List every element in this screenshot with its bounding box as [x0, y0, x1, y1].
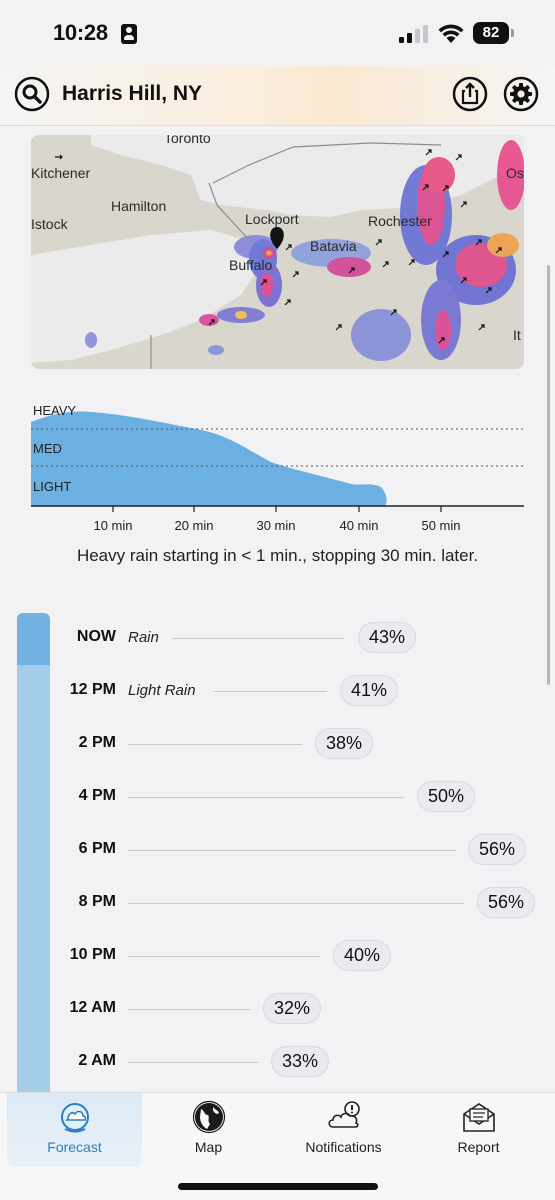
hourly-row[interactable]: 10 PM 40%: [0, 930, 555, 983]
contact-card-icon: [121, 24, 137, 44]
level-label-light: LIGHT: [33, 479, 72, 494]
tab-map[interactable]: Map: [141, 1093, 276, 1167]
hourly-row[interactable]: 2 AM 33%: [0, 1036, 555, 1089]
tab-label: Map: [194, 1139, 223, 1155]
hour-line: [128, 1062, 258, 1063]
x-tick-label: 40 min: [339, 518, 379, 533]
tab-label: Report: [457, 1139, 500, 1155]
hour-condition: Light Rain: [128, 682, 196, 699]
level-label-med: MED: [33, 441, 62, 456]
gear-icon[interactable]: [503, 76, 539, 112]
scroll-indicator: [547, 265, 550, 685]
forecast-icon: [60, 1103, 89, 1133]
precip-area: [31, 411, 387, 506]
search-icon[interactable]: [14, 76, 50, 112]
precip-chance-badge: 38%: [315, 728, 374, 759]
hour-line: [128, 744, 302, 745]
hour-time: 4 PM: [78, 787, 116, 804]
cellular-signal-icon: [399, 25, 429, 43]
hour-line: [128, 903, 464, 904]
hourly-row[interactable]: 8 PM 56%: [0, 877, 555, 930]
envelope-icon: [462, 1103, 495, 1132]
tab-notifications[interactable]: Notifications: [276, 1093, 411, 1167]
hourly-row[interactable]: 6 PM 56%: [0, 824, 555, 877]
precip-chance-badge: 43%: [358, 622, 417, 653]
x-tick-label: 50 min: [421, 518, 461, 533]
precip-chance-badge: 56%: [477, 887, 536, 918]
precip-chance-badge: 32%: [263, 993, 322, 1024]
x-tick-label: 10 min: [93, 518, 133, 533]
status-bar: 10:28 82: [0, 0, 555, 66]
cloud-alert-icon: [327, 1101, 360, 1128]
precip-summary: Heavy rain starting in < 1 min., stoppin…: [76, 546, 479, 565]
hour-time: 12 AM: [69, 999, 116, 1016]
radar-map[interactable]: Toronto Kitchener Hamilton Lockport Roch…: [31, 135, 524, 369]
map-label: It: [513, 327, 521, 343]
map-label: Hamilton: [111, 198, 166, 214]
map-label: Lockport: [245, 211, 299, 227]
hour-line: [128, 1009, 250, 1010]
hour-time: 12 PM: [69, 681, 116, 698]
hour-time: 10 PM: [69, 946, 116, 963]
hour-time: NOW: [76, 628, 116, 645]
share-icon[interactable]: [452, 76, 488, 112]
wifi-icon: [438, 24, 464, 43]
tab-forecast[interactable]: Forecast: [7, 1093, 142, 1167]
globe-icon: [192, 1100, 225, 1134]
hour-time: 8 PM: [78, 893, 116, 910]
tab-label: Forecast: [47, 1139, 102, 1155]
status-time: 10:28: [53, 20, 108, 45]
hour-condition: Rain: [128, 629, 159, 646]
map-label: Batavia: [310, 238, 357, 254]
hourly-row[interactable]: 4 PM 50%: [0, 771, 555, 824]
app-header: Harris Hill, NY: [0, 66, 555, 126]
map-label: Os: [506, 165, 524, 181]
x-tick-label: 30 min: [256, 518, 296, 533]
home-indicator: [178, 1183, 378, 1190]
hour-time: 6 PM: [78, 840, 116, 857]
hourly-row[interactable]: NOW Rain 43%: [0, 612, 555, 665]
hourly-row[interactable]: 12 AM 32%: [0, 983, 555, 1036]
precip-chance-badge: 33%: [271, 1046, 330, 1077]
map-label: Buffalo: [229, 257, 273, 273]
hour-line: [128, 850, 456, 851]
map-label: Kitchener: [31, 165, 90, 181]
map-label: Rochester: [368, 213, 432, 229]
tab-report[interactable]: Report: [411, 1093, 546, 1167]
hour-line: [128, 956, 320, 957]
precipitation-chart: HEAVY MED LIGHT 10 min 20 min 30 min 40 …: [31, 392, 524, 540]
precip-chance-badge: 56%: [468, 834, 527, 865]
location-title[interactable]: Harris Hill, NY: [62, 82, 202, 106]
precip-chance-badge: 41%: [340, 675, 399, 706]
battery-indicator: 82: [473, 22, 514, 44]
hour-line: [213, 691, 327, 692]
hour-time: 2 AM: [78, 1052, 116, 1069]
precip-chance-badge: 40%: [333, 940, 392, 971]
hour-time: 2 PM: [78, 734, 116, 751]
tab-label: Notifications: [305, 1139, 382, 1155]
hour-line: [128, 797, 404, 798]
level-label-heavy: HEAVY: [33, 403, 77, 418]
precip-chance-badge: 50%: [417, 781, 476, 812]
map-label: Istock: [31, 216, 69, 232]
hour-line: [172, 638, 344, 639]
map-label: Toronto: [164, 135, 211, 146]
hourly-row[interactable]: 12 PM Light Rain 41%: [0, 665, 555, 718]
x-tick-label: 20 min: [174, 518, 214, 533]
hourly-row[interactable]: 2 PM 38%: [0, 718, 555, 771]
